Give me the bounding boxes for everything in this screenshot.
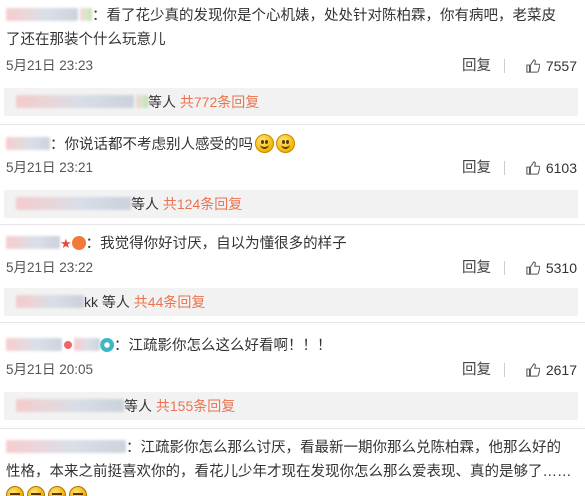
like-count: 2617 — [545, 362, 577, 378]
reply-button[interactable]: 回复 — [462, 258, 491, 278]
avatar-badge-icon — [80, 8, 92, 21]
like-button[interactable]: 7557 — [526, 56, 577, 76]
comment-meta: 5月21日 23:21 回复 6103 — [6, 158, 577, 178]
reply-button[interactable]: 回复 — [462, 56, 491, 76]
sub-count-link[interactable]: 共124条回复 — [163, 196, 242, 212]
like-button[interactable]: 6103 — [526, 158, 577, 178]
like-count: 7557 — [545, 58, 577, 74]
comment-time: 5月21日 23:22 — [6, 260, 94, 275]
comment-text: ：江疏影你怎么这么好看啊！！！ — [6, 336, 332, 356]
sub-prefix: kk 等人 — [84, 294, 130, 310]
sub-count-link[interactable]: 共44条回复 — [134, 294, 206, 310]
divider — [0, 322, 585, 323]
camera-badge-icon — [100, 338, 114, 352]
angry-emoji-icon — [6, 486, 24, 496]
divider — [504, 261, 505, 275]
thumb-up-icon — [526, 363, 540, 377]
avatar-badge-icon — [71, 236, 86, 250]
sub-prefix: 等人 — [124, 398, 152, 414]
usernames-blurred — [16, 295, 84, 308]
like-count: 5310 — [545, 260, 577, 276]
usernames-blurred — [16, 95, 134, 108]
thumb-up-icon — [526, 161, 540, 175]
comment-meta: 5月21日 23:22 回复 5310 — [6, 258, 577, 278]
divider — [0, 224, 585, 225]
reply-button[interactable]: 回复 — [462, 360, 491, 380]
smile-emoji-icon — [276, 134, 295, 153]
comment-text: ★ ：我觉得你好讨厌，自以为懂很多的样子 — [6, 234, 347, 254]
comment-time: 5月21日 23:21 — [6, 160, 94, 175]
comment-time: 5月21日 23:23 — [6, 58, 94, 73]
comment-text: ：江疏影你怎么那么讨厌，看最新一期你那么兑陈柏霖，他那么好的 — [6, 438, 561, 458]
usernames-blurred — [16, 399, 124, 412]
thumb-up-icon — [526, 261, 540, 275]
username-blurred[interactable] — [6, 137, 50, 150]
like-button[interactable]: 2617 — [526, 360, 577, 380]
smile-emoji-icon — [255, 134, 274, 153]
divider — [0, 124, 585, 125]
sub-replies-bar[interactable]: 等人 共772条回复 — [4, 88, 578, 116]
comment-meta: 5月21日 20:05 回复 2617 — [6, 360, 577, 380]
thumb-up-icon — [526, 59, 540, 73]
star-badge-icon: ★ — [60, 236, 72, 251]
badge-icon — [64, 341, 72, 349]
divider — [0, 428, 585, 429]
sub-count-link[interactable]: 共772条回复 — [180, 94, 259, 110]
divider — [504, 161, 505, 175]
sub-prefix: 等人 — [131, 196, 159, 212]
divider — [504, 363, 505, 377]
comment-text-line2: 性格，本来之前挺喜欢你的，看花儿少年才现在发现你怎么那么爱表现、真的是够了…… — [6, 464, 572, 480]
sub-replies-bar[interactable]: 等人 共124条回复 — [4, 190, 578, 218]
usernames-blurred — [16, 197, 131, 210]
username-blurred[interactable] — [6, 440, 126, 453]
badge-icon — [74, 338, 100, 351]
username-blurred[interactable] — [6, 8, 78, 21]
emoji-row — [6, 486, 90, 496]
comment-meta: 5月21日 23:23 回复 7557 — [6, 56, 577, 76]
username-blurred[interactable] — [6, 338, 62, 351]
sub-replies-bar[interactable]: 等人 共155条回复 — [4, 392, 578, 420]
angry-emoji-icon — [27, 486, 45, 496]
comment-text: ：看了花少真的发现你是个心机婊，处处针对陈柏霖，你有病吧，老菜皮 — [6, 6, 556, 26]
comment-time: 5月21日 20:05 — [6, 362, 94, 377]
angry-emoji-icon — [48, 486, 66, 496]
like-button[interactable]: 5310 — [526, 258, 577, 278]
comment-text: ：你说话都不考虑别人感受的吗 — [6, 134, 295, 155]
like-count: 6103 — [545, 160, 577, 176]
sub-prefix: 等人 — [148, 94, 176, 110]
sub-count-link[interactable]: 共155条回复 — [156, 398, 235, 414]
angry-emoji-icon — [69, 486, 87, 496]
divider — [504, 59, 505, 73]
reply-button[interactable]: 回复 — [462, 158, 491, 178]
username-blurred[interactable] — [6, 236, 60, 249]
comment-text-line2: 了还在那装个什么玩意儿 — [6, 32, 166, 48]
sub-replies-bar[interactable]: kk 等人 共44条回复 — [4, 288, 578, 316]
avatar-badge-icon — [136, 95, 148, 108]
